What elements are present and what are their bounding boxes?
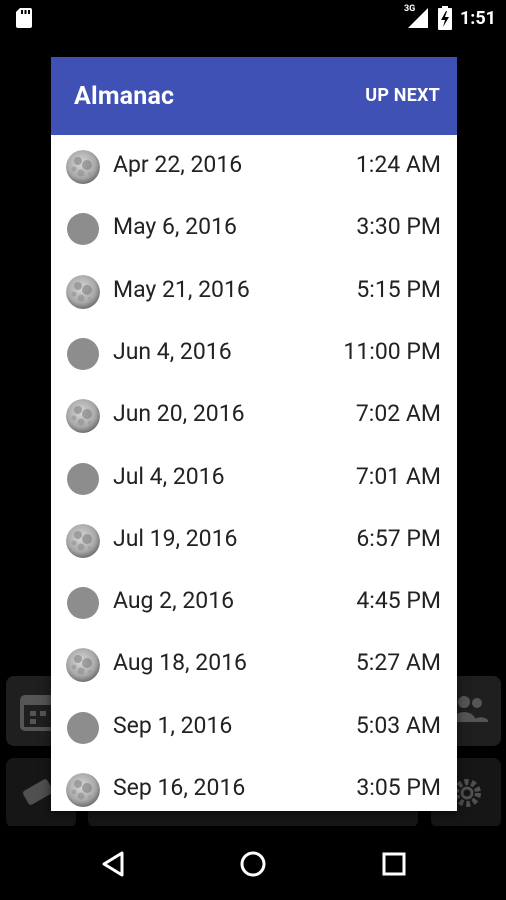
full-moon-icon xyxy=(66,648,100,683)
dialog-header: Almanac UP NEXT xyxy=(51,57,457,135)
event-date: Sep 16, 2016 xyxy=(113,774,246,801)
event-time: 5:27 AM xyxy=(355,649,441,677)
full-moon-icon xyxy=(66,399,100,434)
event-date: Aug 2, 2016 xyxy=(113,587,235,615)
new-moon-icon xyxy=(66,212,100,246)
event-date: Jun 4, 2016 xyxy=(113,337,232,365)
new-moon-icon xyxy=(66,462,100,496)
up-next-button[interactable]: UP NEXT xyxy=(365,85,440,106)
signal-icon: 3G xyxy=(404,4,430,30)
list-item[interactable]: May 21, 2016 5:15 PM xyxy=(51,260,457,322)
new-moon-icon xyxy=(66,337,100,371)
battery-icon xyxy=(437,6,452,30)
list-item[interactable]: Jul 4, 2016 7:01 AM xyxy=(51,447,457,509)
event-time: 7:01 AM xyxy=(355,462,441,490)
event-date: Jul 19, 2016 xyxy=(113,524,238,552)
event-date: Apr 22, 2016 xyxy=(113,151,243,178)
list-item[interactable]: Sep 1, 2016 5:03 AM xyxy=(51,696,457,758)
dialog-title: Almanac xyxy=(74,82,175,111)
event-date: May 6, 2016 xyxy=(113,213,237,241)
event-time: 7:02 AM xyxy=(355,400,441,428)
back-icon[interactable] xyxy=(100,850,128,878)
event-time: 4:45 PM xyxy=(356,587,441,615)
event-date: Jun 20, 2016 xyxy=(113,400,245,428)
event-time: 3:05 PM xyxy=(356,774,441,801)
full-moon-icon xyxy=(66,150,100,184)
event-time: 3:30 PM xyxy=(356,213,441,241)
list-item[interactable]: Sep 16, 2016 3:05 PM xyxy=(51,758,457,811)
status-time: 1:51 xyxy=(459,7,496,29)
moon-phase-list[interactable]: Apr 22, 2016 1:24 AM May 6, 2016 3:30 PM May… xyxy=(51,135,457,811)
people-icon xyxy=(452,694,488,728)
event-time: 1:24 AM xyxy=(355,151,441,178)
list-item[interactable]: May 6, 2016 3:30 PM xyxy=(51,197,457,259)
new-moon-icon xyxy=(66,586,100,620)
full-moon-icon xyxy=(66,773,100,807)
new-moon-icon xyxy=(66,711,100,745)
event-time: 6:57 PM xyxy=(356,524,441,552)
event-date: May 21, 2016 xyxy=(113,275,250,303)
full-moon-icon xyxy=(66,274,100,309)
event-time: 5:15 PM xyxy=(356,275,441,303)
event-date: Jul 4, 2016 xyxy=(113,462,225,490)
status-bar: 3G 1:51 xyxy=(0,0,506,36)
event-time: 5:03 AM xyxy=(355,711,441,739)
event-date: Aug 18, 2016 xyxy=(113,649,247,677)
list-item[interactable]: Jun 20, 2016 7:02 AM xyxy=(51,384,457,446)
home-icon[interactable] xyxy=(239,850,267,878)
sd-card-icon xyxy=(16,8,34,28)
list-item[interactable]: Apr 22, 2016 1:24 AM xyxy=(51,135,457,197)
event-time: 11:00 PM xyxy=(343,337,441,365)
list-item[interactable]: Jun 4, 2016 11:00 PM xyxy=(51,322,457,384)
list-item[interactable]: Jul 19, 2016 6:57 PM xyxy=(51,509,457,571)
full-moon-icon xyxy=(66,523,100,558)
list-item[interactable]: Aug 2, 2016 4:45 PM xyxy=(51,571,457,633)
almanac-dialog: Almanac UP NEXT Apr 22, 2016 1:24 AM May 6… xyxy=(51,57,457,811)
recents-icon[interactable] xyxy=(380,850,408,878)
navigation-bar xyxy=(0,826,506,900)
event-date: Sep 1, 2016 xyxy=(113,711,233,739)
list-item[interactable]: Aug 18, 2016 5:27 AM xyxy=(51,633,457,695)
